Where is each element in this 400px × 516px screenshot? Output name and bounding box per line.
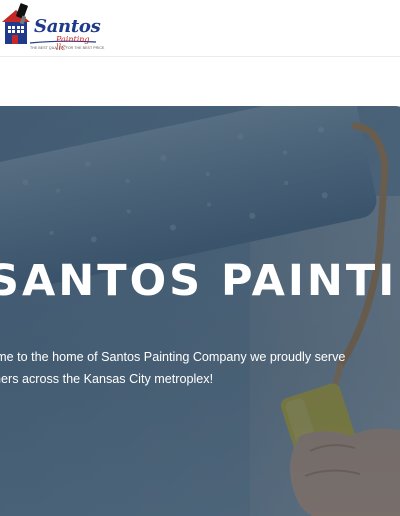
site-header: Santos Painting llc THE BEST QUALITY FOR…: [0, 0, 400, 57]
hero-text-line-2: tomers across the Kansas City metroplex!: [0, 372, 214, 386]
logo-tagline: THE BEST QUALITY FOR THE BEST PRICE: [30, 46, 105, 50]
hero-text-line-1: lcome to the home of Santos Painting Com…: [0, 350, 346, 364]
hero-overlay: [0, 106, 400, 516]
logo-name: Santos: [34, 16, 101, 37]
page: Santos Painting llc THE BEST QUALITY FOR…: [0, 0, 400, 516]
hero-section: SANTOS PAINTIN lcome to the home of Sant…: [0, 106, 400, 516]
hero-text: lcome to the home of Santos Painting Com…: [0, 346, 400, 390]
site-logo[interactable]: Santos Painting llc THE BEST QUALITY FOR…: [0, 2, 104, 54]
hero-title: SANTOS PAINTIN: [0, 256, 400, 306]
